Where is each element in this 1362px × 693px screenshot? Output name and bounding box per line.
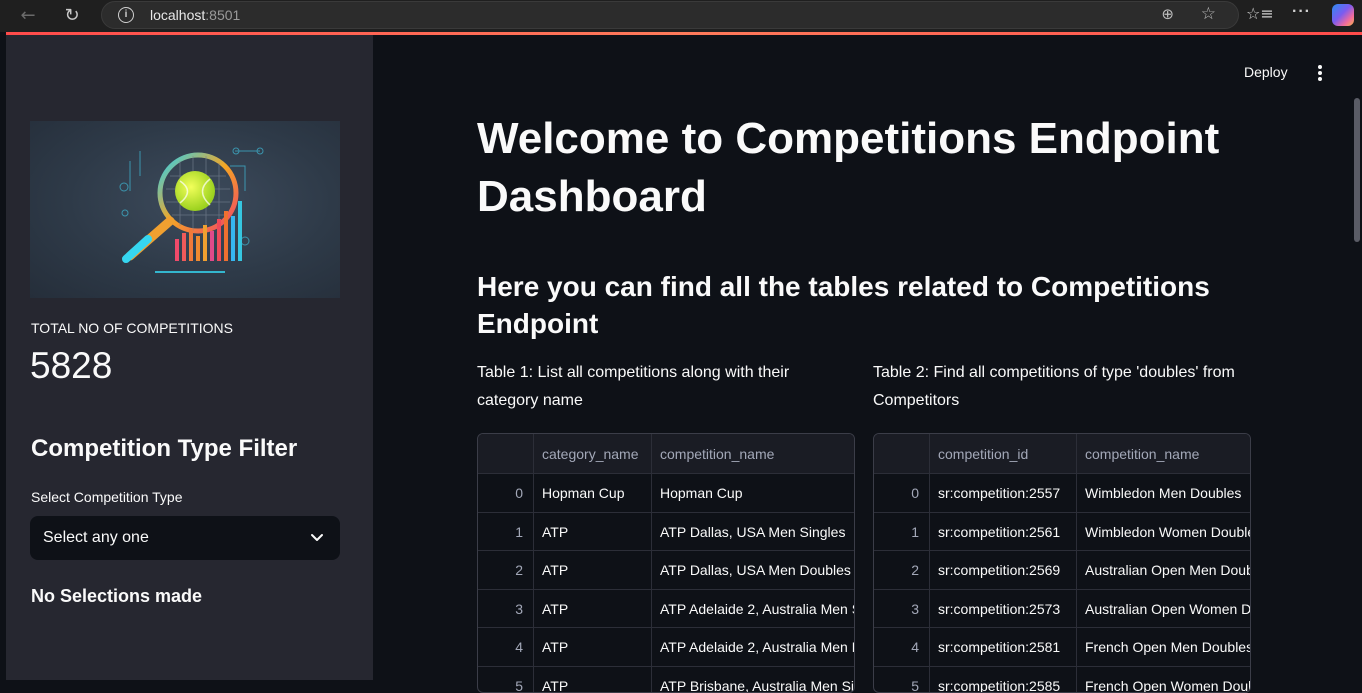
table-header-row: category_name competition_name xyxy=(478,434,854,474)
table-row: 2 ATP ATP Dallas, USA Men Doubles xyxy=(478,551,854,590)
browser-toolbar: ← ↻ i localhost:8501 ⊕ ☆ ☆≡ ··· xyxy=(0,0,1362,32)
copilot-icon[interactable] xyxy=(1332,4,1354,26)
row-index: 0 xyxy=(874,474,930,512)
row-index: 2 xyxy=(478,551,534,589)
favorites-list-icon[interactable]: ☆≡ xyxy=(1246,4,1274,23)
table-cell[interactable]: sr:competition:2573 xyxy=(930,590,1077,628)
table-cell[interactable]: French Open Men Doubles xyxy=(1077,628,1251,666)
table-row: 0 sr:competition:2557 Wimbledon Men Doub… xyxy=(874,474,1250,513)
metric-value: 5828 xyxy=(30,345,112,387)
competition-type-select[interactable]: Select any one xyxy=(30,516,340,560)
table-header-row: competition_id competition_name xyxy=(874,434,1250,474)
table-cell[interactable]: Australian Open Men Doubles xyxy=(1077,551,1251,589)
filter-heading: Competition Type Filter xyxy=(31,435,297,463)
back-arrow-icon[interactable]: ← xyxy=(14,2,42,30)
browser-menu-icon[interactable]: ··· xyxy=(1292,3,1311,21)
row-index: 4 xyxy=(874,628,930,666)
table-cell[interactable]: Wimbledon Men Doubles xyxy=(1077,474,1251,512)
table-header-cell[interactable] xyxy=(478,434,534,473)
table-header-cell[interactable]: competition_name xyxy=(652,434,855,473)
row-index: 2 xyxy=(874,551,930,589)
row-index: 3 xyxy=(478,590,534,628)
row-index: 0 xyxy=(478,474,534,512)
url-text[interactable]: localhost:8501 xyxy=(150,7,240,23)
main-menu-icon[interactable] xyxy=(1310,63,1330,83)
table-cell[interactable]: ATP Dallas, USA Men Singles xyxy=(652,513,855,551)
site-info-icon[interactable]: i xyxy=(118,7,134,23)
page-title: Welcome to Competitions Endpoint Dashboa… xyxy=(477,110,1277,226)
table-row: 1 sr:competition:2561 Wimbledon Women Do… xyxy=(874,513,1250,552)
address-bar[interactable]: i localhost:8501 ⊕ ☆ xyxy=(101,1,1239,29)
table2-caption: Table 2: Find all competitions of type '… xyxy=(873,359,1243,415)
table-cell[interactable]: ATP xyxy=(534,551,652,589)
zoom-icon[interactable]: ⊕ xyxy=(1161,5,1174,23)
table-cell[interactable]: ATP Dallas, USA Men Doubles xyxy=(652,551,855,589)
table-cell[interactable]: ATP xyxy=(534,628,652,666)
table-cell[interactable]: sr:competition:2557 xyxy=(930,474,1077,512)
table-cell[interactable]: ATP xyxy=(534,590,652,628)
table1[interactable]: category_name competition_name 0 Hopman … xyxy=(477,433,855,693)
table-header-cell[interactable] xyxy=(874,434,930,473)
table-header-cell[interactable]: category_name xyxy=(534,434,652,473)
row-index: 3 xyxy=(874,590,930,628)
table-cell[interactable]: sr:competition:2561 xyxy=(930,513,1077,551)
favorite-star-icon[interactable]: ☆ xyxy=(1201,4,1216,24)
table-header-cell[interactable]: competition_id xyxy=(930,434,1077,473)
table1-caption: Table 1: List all competitions along wit… xyxy=(477,359,847,415)
table-cell[interactable]: ATP Adelaide 2, Australia Men Doubles xyxy=(652,628,855,666)
row-index: 4 xyxy=(478,628,534,666)
table-cell[interactable]: Hopman Cup xyxy=(534,474,652,512)
chevron-down-icon xyxy=(308,528,326,546)
table-row: 3 sr:competition:2573 Australian Open Wo… xyxy=(874,590,1250,629)
row-index: 1 xyxy=(874,513,930,551)
deploy-button[interactable]: Deploy xyxy=(1244,64,1288,80)
select-value: Select any one xyxy=(43,529,149,547)
table-cell[interactable]: Wimbledon Women Doubles xyxy=(1077,513,1251,551)
table-cell[interactable]: Australian Open Women Doubles xyxy=(1077,590,1251,628)
page-scrollbar[interactable] xyxy=(1354,98,1360,242)
table-cell[interactable]: Hopman Cup xyxy=(652,474,855,512)
table-row: 4 ATP ATP Adelaide 2, Australia Men Doub… xyxy=(478,628,854,667)
sidebar: TOTAL NO OF COMPETITIONS 5828 Competitio… xyxy=(6,35,373,680)
table-cell[interactable]: ATP xyxy=(534,513,652,551)
table-cell[interactable]: sr:competition:2581 xyxy=(930,628,1077,666)
table-row: 1 ATP ATP Dallas, USA Men Singles xyxy=(478,513,854,552)
reload-icon[interactable]: ↻ xyxy=(58,2,86,30)
table2[interactable]: competition_id competition_name 0 sr:com… xyxy=(873,433,1251,693)
table-header-cell[interactable]: competition_name xyxy=(1077,434,1251,473)
page-subtitle: Here you can find all the tables related… xyxy=(477,268,1237,342)
table-cell[interactable]: ATP Adelaide 2, Australia Men Singles xyxy=(652,590,855,628)
tennis-analytics-logo xyxy=(30,121,340,298)
table-row: 2 sr:competition:2569 Australian Open Me… xyxy=(874,551,1250,590)
row-index: 1 xyxy=(478,513,534,551)
select-label: Select Competition Type xyxy=(31,489,183,505)
table-cell[interactable]: sr:competition:2569 xyxy=(930,551,1077,589)
table-row: 4 sr:competition:2581 French Open Men Do… xyxy=(874,628,1250,667)
table-row: 0 Hopman Cup Hopman Cup xyxy=(478,474,854,513)
metric-label: TOTAL NO OF COMPETITIONS xyxy=(31,320,233,336)
table-row: 3 ATP ATP Adelaide 2, Australia Men Sing… xyxy=(478,590,854,629)
no-selection-text: No Selections made xyxy=(31,586,202,607)
